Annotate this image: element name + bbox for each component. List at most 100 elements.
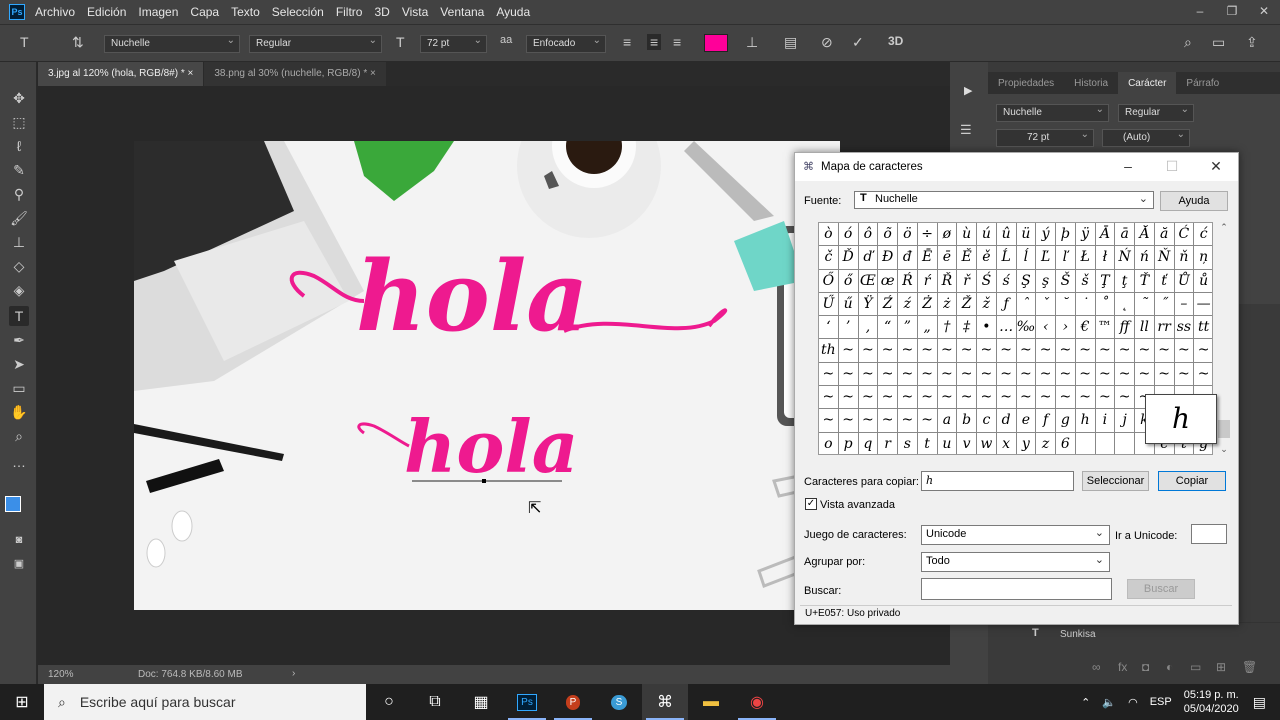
scroll-thumb[interactable] [1218,420,1230,438]
glyph-cell[interactable]: ~ [858,386,879,410]
glyph-cell[interactable]: „ [917,316,938,340]
file-explorer-icon[interactable]: ▬ [688,684,734,720]
glyph-cell[interactable]: w [977,432,997,454]
glyph-cell[interactable]: b [957,409,977,433]
glyph-cell[interactable]: c [977,409,997,433]
type-tool-icon[interactable]: T [9,306,29,326]
clock[interactable]: 05:19 p. m. 05/04/2020 [1184,688,1239,716]
text-color-swatch[interactable] [704,34,728,52]
glyph-cell[interactable]: ő [838,269,859,293]
powerpoint-icon[interactable]: P [550,684,596,720]
menu-ayuda[interactable]: Ayuda [496,5,530,19]
app-s-icon[interactable]: S [596,684,642,720]
zoom-level[interactable]: 120% [48,669,74,680]
glyph-cell[interactable]: Ň [1154,246,1175,270]
glyph-cell[interactable]: Đ [878,246,898,270]
trash-icon[interactable]: 🗑 [1242,660,1257,674]
glyph-cell[interactable]: ~ [996,339,1017,363]
align-center-icon[interactable]: ≡ [647,34,662,50]
menu-texto[interactable]: Texto [231,5,260,19]
menu-edicion[interactable]: Edición [87,5,126,19]
glyph-cell[interactable]: ~ [898,339,918,363]
glyph-cell[interactable]: j [1115,409,1135,433]
menu-ventana[interactable]: Ventana [440,5,484,19]
group-icon[interactable]: ▭ [1190,660,1201,674]
3d-icon[interactable]: 3D [888,34,903,48]
glyph-cell[interactable]: ‚ [858,316,879,340]
glyph-cell[interactable]: ” [898,316,918,340]
glyph-cell[interactable]: ~ [1194,339,1212,363]
panel-style-select[interactable]: Regular [1118,104,1194,122]
glyph-cell[interactable]: ~ [1115,362,1135,387]
glyph-cell[interactable]: Ć [1174,223,1195,247]
glyph-cell[interactable]: ~ [1075,339,1096,363]
glyph-cell[interactable]: ~ [1194,363,1212,387]
glyph-cell[interactable]: ~ [957,339,977,363]
glyph-cell[interactable]: o [819,432,839,454]
glyph-cell[interactable]: ā [1115,223,1135,247]
glyph-cell[interactable]: ~ [1056,386,1076,410]
glyph-cell[interactable]: ň [1174,246,1195,270]
glyph-cell[interactable]: ý [1036,223,1056,247]
cancel-icon[interactable]: ⊘ [821,34,833,51]
antialias-select[interactable]: Enfocado [526,35,606,53]
glyph-cell[interactable]: ~ [858,339,879,363]
glyph-cell[interactable]: ~ [917,386,938,410]
glyph-cell[interactable]: ~ [1174,362,1195,387]
copy-button[interactable]: Copiar [1158,471,1226,491]
glyph-cell[interactable]: ř [957,269,977,293]
quick-select-tool-icon[interactable]: ✎ [9,160,29,180]
glyph-cell[interactable]: ÿ [1075,223,1096,247]
glyph-cell[interactable]: i [1095,409,1116,433]
glyph-cell[interactable]: Ŕ [898,269,918,293]
glyph-cell[interactable]: ô [858,223,879,247]
wifi-icon[interactable]: ◠ [1128,696,1138,709]
menu-seleccion[interactable]: Selección [272,5,324,19]
glyph-cell[interactable]: ø [937,223,958,247]
glyph-cell[interactable]: ~ [878,362,898,387]
document-canvas[interactable]: hola hola ⇱ [134,141,840,610]
glyph-cell[interactable]: th [819,339,839,363]
glyph-cell[interactable]: g [1056,409,1076,433]
glyph-cell[interactable]: ó [838,223,859,247]
maximize-icon[interactable]: ☐ [1150,153,1194,181]
stamp-tool-icon[interactable]: ⊥ [9,232,29,252]
adjustment-icon[interactable]: ◐ [1166,660,1173,674]
task-view-icon[interactable]: ⧉ [412,684,458,720]
glyph-cell[interactable]: ć [1194,223,1212,247]
glyph-cell[interactable]: ~ [1016,362,1037,387]
glyph-cell[interactable]: Ţ [1095,269,1116,293]
glyph-cell[interactable]: Ř [937,269,958,293]
chrome-icon[interactable]: ◉ [734,684,780,720]
glyph-cell[interactable]: € [1075,316,1096,340]
glyph-cell[interactable]: ~ [1135,362,1155,387]
glyph-cell[interactable]: ~ [838,409,859,433]
glyph-cell[interactable]: Ž [957,292,977,317]
character-panel-icon[interactable]: ▤ [784,34,797,51]
glyph-cell[interactable]: Œ [858,269,879,293]
glyph-cell[interactable]: q [859,432,879,454]
glyph-cell[interactable]: ď [858,246,879,270]
glyph-cell[interactable]: ~ [898,409,918,433]
glyph-cell[interactable]: Š [1056,269,1076,293]
glyph-cell[interactable]: Ÿ [858,292,879,317]
glyph-cell[interactable]: õ [878,223,898,247]
glyph-cell[interactable]: ˚ [1095,292,1116,317]
lasso-tool-icon[interactable]: ℓ [9,136,29,156]
tab-propiedades[interactable]: Propiedades [988,72,1064,94]
glyph-cell[interactable]: ~ [977,339,997,363]
workspace-icon[interactable]: ▭ [1212,34,1225,51]
glyph-cell[interactable]: ń [1135,246,1155,270]
menu-vista[interactable]: Vista [402,5,428,19]
glyph-cell[interactable]: ž [977,292,997,317]
glyph-cell[interactable]: ‹ [1036,316,1056,340]
glyph-cell[interactable]: ~ [878,386,898,410]
glyph-cell[interactable]: ™ [1095,316,1116,340]
glyph-cell[interactable]: ~ [996,362,1017,387]
menu-3d[interactable]: 3D [374,5,389,19]
glyph-cell[interactable]: ņ [1194,246,1212,270]
grid-scrollbar[interactable]: ⌃ ⌄ [1217,222,1231,455]
close-icon[interactable]: ✕ [1194,153,1238,181]
glyph-cell[interactable]: ~ [1016,339,1037,363]
copy-field[interactable]: h [921,471,1074,491]
